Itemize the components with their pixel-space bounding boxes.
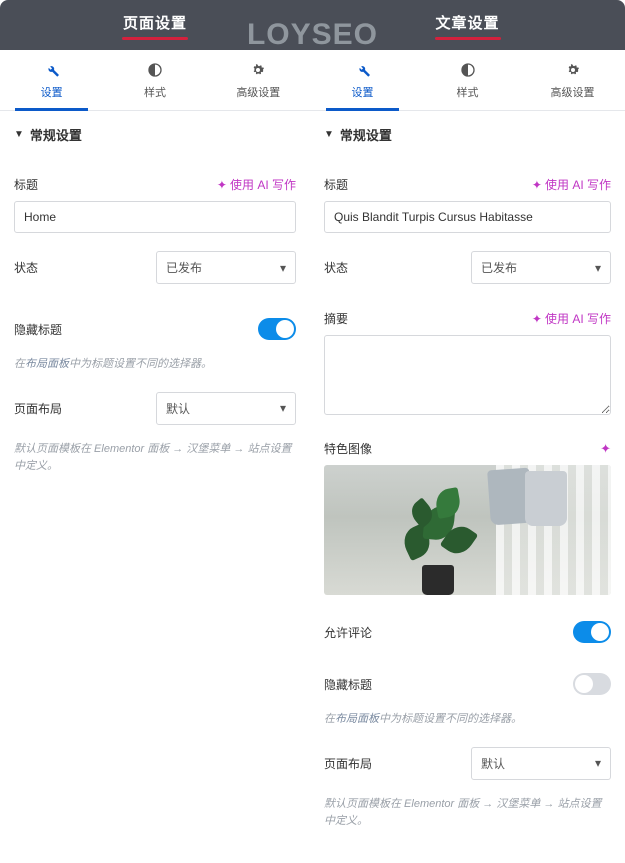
caret-down-icon: ▼ <box>14 129 24 140</box>
hint-text: 在 <box>14 358 25 370</box>
panel-body: 标题 ✦ 使用 AI 写作 状态 已发布 ▾ 隐藏标题 在布局面板中为标题设置不… <box>0 158 310 863</box>
panel-title: 页面设置 <box>0 12 310 33</box>
excerpt-label: 摘要 <box>324 310 348 327</box>
post-settings-panel: 文章设置 设置 样式 高级设置 ▼ 常规设置 标题 ✦ 使用 AI 写作 <box>310 0 625 863</box>
sparkle-icon: ✦ <box>532 178 542 192</box>
ai-write-link[interactable]: ✦ 使用 AI 写作 <box>532 176 611 193</box>
ai-write-text: 使用 AI 写作 <box>545 310 611 327</box>
gear-icon <box>250 62 266 78</box>
section-title: 常规设置 <box>30 125 82 144</box>
status-select[interactable]: 已发布 ▾ <box>156 251 296 284</box>
tab-label: 高级设置 <box>520 84 625 100</box>
ai-write-link[interactable]: ✦ 使用 AI 写作 <box>532 310 611 327</box>
title-input[interactable] <box>324 201 611 233</box>
image-shirt <box>525 471 567 526</box>
page-settings-panel: 页面设置 设置 样式 高级设置 ▼ 常规设置 标题 ✦ 使用 AI 写作 <box>0 0 310 863</box>
title-input[interactable] <box>14 201 296 233</box>
title-underline <box>435 37 501 40</box>
wrench-icon <box>44 62 60 78</box>
ai-write-text: 使用 AI 写作 <box>545 176 611 193</box>
layout-panel-link[interactable]: 布局面板 <box>25 358 69 370</box>
hide-title-hint: 在布局面板中为标题设置不同的选择器。 <box>14 356 296 374</box>
row-layout: 页面布局 默认 ▾ <box>324 747 611 780</box>
status-select[interactable]: 已发布 ▾ <box>471 251 611 284</box>
hide-title-hint: 在布局面板中为标题设置不同的选择器。 <box>324 711 611 729</box>
layout-select[interactable]: 默认 ▾ <box>156 392 296 425</box>
row-status: 状态 已发布 ▾ <box>324 251 611 284</box>
status-label: 状态 <box>14 259 38 276</box>
row-comments: 允许评论 <box>324 621 611 643</box>
layout-panel-link[interactable]: 布局面板 <box>335 713 379 725</box>
ai-write-text: 使用 AI 写作 <box>230 176 296 193</box>
chevron-down-icon: ▾ <box>595 261 601 275</box>
hide-title-toggle[interactable] <box>258 318 296 340</box>
featured-label: 特色图像 <box>324 440 372 457</box>
ai-generate-icon[interactable]: ✦ <box>600 441 611 457</box>
layout-hint: 默认页面模板在 Elementor 面板 → 汉堡菜单 → 站点设置中定义。 <box>324 796 611 831</box>
hint-text: 中为标题设置不同的选择器。 <box>69 358 212 370</box>
hint-text: 中为标题设置不同的选择器。 <box>379 713 522 725</box>
excerpt-textarea[interactable] <box>324 335 611 415</box>
status-value: 已发布 <box>166 259 202 276</box>
hide-title-toggle[interactable] <box>573 673 611 695</box>
row-hide-title: 隐藏标题 <box>14 318 296 340</box>
row-title: 标题 ✦ 使用 AI 写作 <box>324 176 611 193</box>
hide-title-label: 隐藏标题 <box>324 676 372 693</box>
image-plant <box>394 480 484 595</box>
tab-settings[interactable]: 设置 <box>310 50 415 110</box>
tab-advanced[interactable]: 高级设置 <box>207 50 310 110</box>
chevron-down-icon: ▾ <box>280 401 286 415</box>
tab-style[interactable]: 样式 <box>103 50 206 110</box>
caret-down-icon: ▼ <box>324 129 334 140</box>
tab-advanced[interactable]: 高级设置 <box>520 50 625 110</box>
featured-image-picker[interactable] <box>324 465 611 595</box>
tab-label: 样式 <box>103 84 206 100</box>
section-general[interactable]: ▼ 常规设置 <box>0 111 310 158</box>
status-label: 状态 <box>324 259 348 276</box>
ai-write-link[interactable]: ✦ 使用 AI 写作 <box>217 176 296 193</box>
title-label: 标题 <box>324 176 348 193</box>
hint-text: 在 <box>324 713 335 725</box>
status-value: 已发布 <box>481 259 517 276</box>
title-label: 标题 <box>14 176 38 193</box>
layout-value: 默认 <box>481 755 505 772</box>
panel-title: 文章设置 <box>310 12 625 33</box>
layout-value: 默认 <box>166 400 190 417</box>
panel-header: 文章设置 <box>310 0 625 50</box>
section-general[interactable]: ▼ 常规设置 <box>310 111 625 158</box>
layout-label: 页面布局 <box>324 755 372 772</box>
hide-title-label: 隐藏标题 <box>14 321 62 338</box>
panel-body: 标题 ✦ 使用 AI 写作 状态 已发布 ▾ 摘要 ✦ 使用 AI 写作 特色图… <box>310 158 625 863</box>
contrast-icon <box>460 62 476 78</box>
layout-hint: 默认页面模板在 Elementor 面板 → 汉堡菜单 → 站点设置中定义。 <box>14 441 296 476</box>
row-title: 标题 ✦ 使用 AI 写作 <box>14 176 296 193</box>
layout-label: 页面布局 <box>14 400 62 417</box>
row-status: 状态 已发布 ▾ <box>14 251 296 284</box>
row-featured: 特色图像 ✦ <box>324 440 611 457</box>
layout-select[interactable]: 默认 ▾ <box>471 747 611 780</box>
row-layout: 页面布局 默认 ▾ <box>14 392 296 425</box>
tabs: 设置 样式 高级设置 <box>310 50 625 111</box>
row-hide-title: 隐藏标题 <box>324 673 611 695</box>
gear-icon <box>565 62 581 78</box>
tab-settings[interactable]: 设置 <box>0 50 103 110</box>
panel-header: 页面设置 <box>0 0 310 50</box>
sparkle-icon: ✦ <box>217 178 227 192</box>
tab-label: 设置 <box>0 84 103 100</box>
contrast-icon <box>147 62 163 78</box>
sparkle-icon: ✦ <box>532 312 542 326</box>
comments-label: 允许评论 <box>324 624 372 641</box>
tabs: 设置 样式 高级设置 <box>0 50 310 111</box>
row-excerpt: 摘要 ✦ 使用 AI 写作 <box>324 310 611 327</box>
comments-toggle[interactable] <box>573 621 611 643</box>
chevron-down-icon: ▾ <box>595 756 601 770</box>
wrench-icon <box>355 62 371 78</box>
chevron-down-icon: ▾ <box>280 261 286 275</box>
tab-label: 设置 <box>310 84 415 100</box>
tab-label: 样式 <box>415 84 520 100</box>
section-title: 常规设置 <box>340 125 392 144</box>
title-underline <box>122 37 188 40</box>
tab-style[interactable]: 样式 <box>415 50 520 110</box>
tab-label: 高级设置 <box>207 84 310 100</box>
